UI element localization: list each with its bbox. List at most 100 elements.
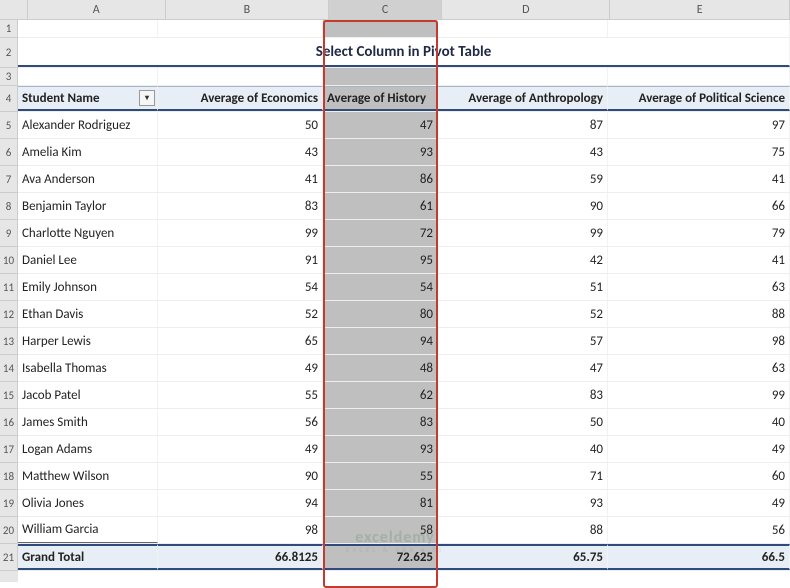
cell[interactable] bbox=[323, 20, 438, 37]
history-cell[interactable]: 94 bbox=[323, 328, 438, 354]
economics-cell[interactable]: 50 bbox=[158, 112, 323, 138]
col-header-b[interactable]: B bbox=[166, 0, 329, 19]
anthropology-cell[interactable]: 90 bbox=[438, 193, 608, 219]
history-cell[interactable]: 83 bbox=[323, 409, 438, 435]
student-name-cell[interactable]: Olivia Jones bbox=[18, 490, 158, 516]
page-title[interactable]: Select Column in Pivot Table bbox=[18, 38, 790, 67]
economics-cell[interactable]: 52 bbox=[158, 301, 323, 327]
economics-cell[interactable]: 99 bbox=[158, 220, 323, 246]
student-name-cell[interactable]: William Garcia bbox=[18, 517, 158, 543]
col-header-a[interactable]: A bbox=[28, 0, 166, 19]
history-cell[interactable]: 47 bbox=[323, 112, 438, 138]
political-science-cell[interactable]: 66 bbox=[608, 193, 790, 219]
history-cell[interactable]: 93 bbox=[323, 436, 438, 462]
anthropology-cell[interactable]: 40 bbox=[438, 436, 608, 462]
cell[interactable] bbox=[158, 68, 323, 85]
student-name-cell[interactable]: Ava Anderson bbox=[18, 166, 158, 192]
anthropology-cell[interactable]: 52 bbox=[438, 301, 608, 327]
political-science-cell[interactable]: 98 bbox=[608, 328, 790, 354]
row-header[interactable]: 19 bbox=[0, 490, 18, 517]
header-history[interactable]: Average of History bbox=[323, 86, 438, 111]
row-header[interactable]: 18 bbox=[0, 463, 18, 490]
history-cell[interactable]: 55 bbox=[323, 463, 438, 489]
anthropology-cell[interactable]: 42 bbox=[438, 247, 608, 273]
anthropology-cell[interactable]: 83 bbox=[438, 382, 608, 408]
row-header[interactable]: 1 bbox=[0, 20, 18, 38]
political-science-cell[interactable]: 41 bbox=[608, 247, 790, 273]
economics-cell[interactable]: 56 bbox=[158, 409, 323, 435]
cell[interactable] bbox=[608, 20, 790, 37]
political-science-cell[interactable]: 99 bbox=[608, 382, 790, 408]
political-science-cell[interactable]: 49 bbox=[608, 436, 790, 462]
history-cell[interactable]: 48 bbox=[323, 355, 438, 381]
cell[interactable] bbox=[438, 20, 608, 37]
filter-dropdown-icon[interactable]: ▾ bbox=[139, 90, 155, 106]
history-cell[interactable]: 81 bbox=[323, 490, 438, 516]
anthropology-cell[interactable]: 59 bbox=[438, 166, 608, 192]
political-science-cell[interactable]: 63 bbox=[608, 274, 790, 300]
political-science-cell[interactable]: 75 bbox=[608, 139, 790, 165]
header-political-science[interactable]: Average of Political Science bbox=[608, 86, 790, 111]
political-science-cell[interactable]: 56 bbox=[608, 517, 790, 543]
student-name-cell[interactable]: Ethan Davis bbox=[18, 301, 158, 327]
economics-cell[interactable]: 91 bbox=[158, 247, 323, 273]
political-science-cell[interactable]: 60 bbox=[608, 463, 790, 489]
header-economics[interactable]: Average of Economics bbox=[158, 86, 323, 111]
student-name-cell[interactable]: Logan Adams bbox=[18, 436, 158, 462]
cell[interactable] bbox=[18, 68, 158, 85]
history-cell[interactable]: 61 bbox=[323, 193, 438, 219]
anthropology-cell[interactable]: 50 bbox=[438, 409, 608, 435]
history-cell[interactable]: 54 bbox=[323, 274, 438, 300]
total-label[interactable]: Grand Total bbox=[18, 544, 158, 570]
cell[interactable] bbox=[18, 20, 158, 37]
row-header[interactable]: 15 bbox=[0, 382, 18, 409]
economics-cell[interactable]: 49 bbox=[158, 355, 323, 381]
political-science-cell[interactable]: 97 bbox=[608, 112, 790, 138]
cell[interactable] bbox=[323, 68, 438, 85]
total-political-science[interactable]: 66.5 bbox=[608, 544, 790, 570]
cell[interactable] bbox=[438, 68, 608, 85]
economics-cell[interactable]: 43 bbox=[158, 139, 323, 165]
row-header[interactable]: 4 bbox=[0, 86, 18, 112]
row-header[interactable]: 13 bbox=[0, 328, 18, 355]
anthropology-cell[interactable]: 88 bbox=[438, 517, 608, 543]
total-anthropology[interactable]: 65.75 bbox=[438, 544, 608, 570]
history-cell[interactable]: 86 bbox=[323, 166, 438, 192]
student-name-cell[interactable]: Benjamin Taylor bbox=[18, 193, 158, 219]
student-name-cell[interactable]: Daniel Lee bbox=[18, 247, 158, 273]
anthropology-cell[interactable]: 93 bbox=[438, 490, 608, 516]
row-header[interactable]: 21 bbox=[0, 544, 18, 571]
anthropology-cell[interactable]: 47 bbox=[438, 355, 608, 381]
economics-cell[interactable]: 54 bbox=[158, 274, 323, 300]
economics-cell[interactable]: 90 bbox=[158, 463, 323, 489]
row-header[interactable]: 10 bbox=[0, 247, 18, 274]
row-header[interactable]: 17 bbox=[0, 436, 18, 463]
row-header[interactable]: 14 bbox=[0, 355, 18, 382]
header-student-name[interactable]: Student Name ▾ bbox=[18, 86, 158, 111]
political-science-cell[interactable]: 63 bbox=[608, 355, 790, 381]
economics-cell[interactable]: 55 bbox=[158, 382, 323, 408]
anthropology-cell[interactable]: 57 bbox=[438, 328, 608, 354]
total-history[interactable]: 72.625 bbox=[323, 544, 438, 570]
row-header[interactable]: 16 bbox=[0, 409, 18, 436]
row-header[interactable]: 12 bbox=[0, 301, 18, 328]
history-cell[interactable]: 95 bbox=[323, 247, 438, 273]
student-name-cell[interactable]: Harper Lewis bbox=[18, 328, 158, 354]
economics-cell[interactable]: 83 bbox=[158, 193, 323, 219]
row-header[interactable]: 8 bbox=[0, 193, 18, 220]
row-header[interactable]: 3 bbox=[0, 68, 18, 86]
student-name-cell[interactable]: Jacob Patel bbox=[18, 382, 158, 408]
anthropology-cell[interactable]: 43 bbox=[438, 139, 608, 165]
economics-cell[interactable]: 49 bbox=[158, 436, 323, 462]
col-header-c[interactable]: C bbox=[329, 0, 443, 19]
economics-cell[interactable]: 94 bbox=[158, 490, 323, 516]
row-header[interactable]: 20 bbox=[0, 517, 18, 544]
student-name-cell[interactable]: Alexander Rodriguez bbox=[18, 112, 158, 138]
student-name-cell[interactable]: Amelia Kim bbox=[18, 139, 158, 165]
history-cell[interactable]: 62 bbox=[323, 382, 438, 408]
economics-cell[interactable]: 65 bbox=[158, 328, 323, 354]
economics-cell[interactable]: 41 bbox=[158, 166, 323, 192]
student-name-cell[interactable]: Isabella Thomas bbox=[18, 355, 158, 381]
economics-cell[interactable]: 98 bbox=[158, 517, 323, 543]
history-cell[interactable]: 72 bbox=[323, 220, 438, 246]
